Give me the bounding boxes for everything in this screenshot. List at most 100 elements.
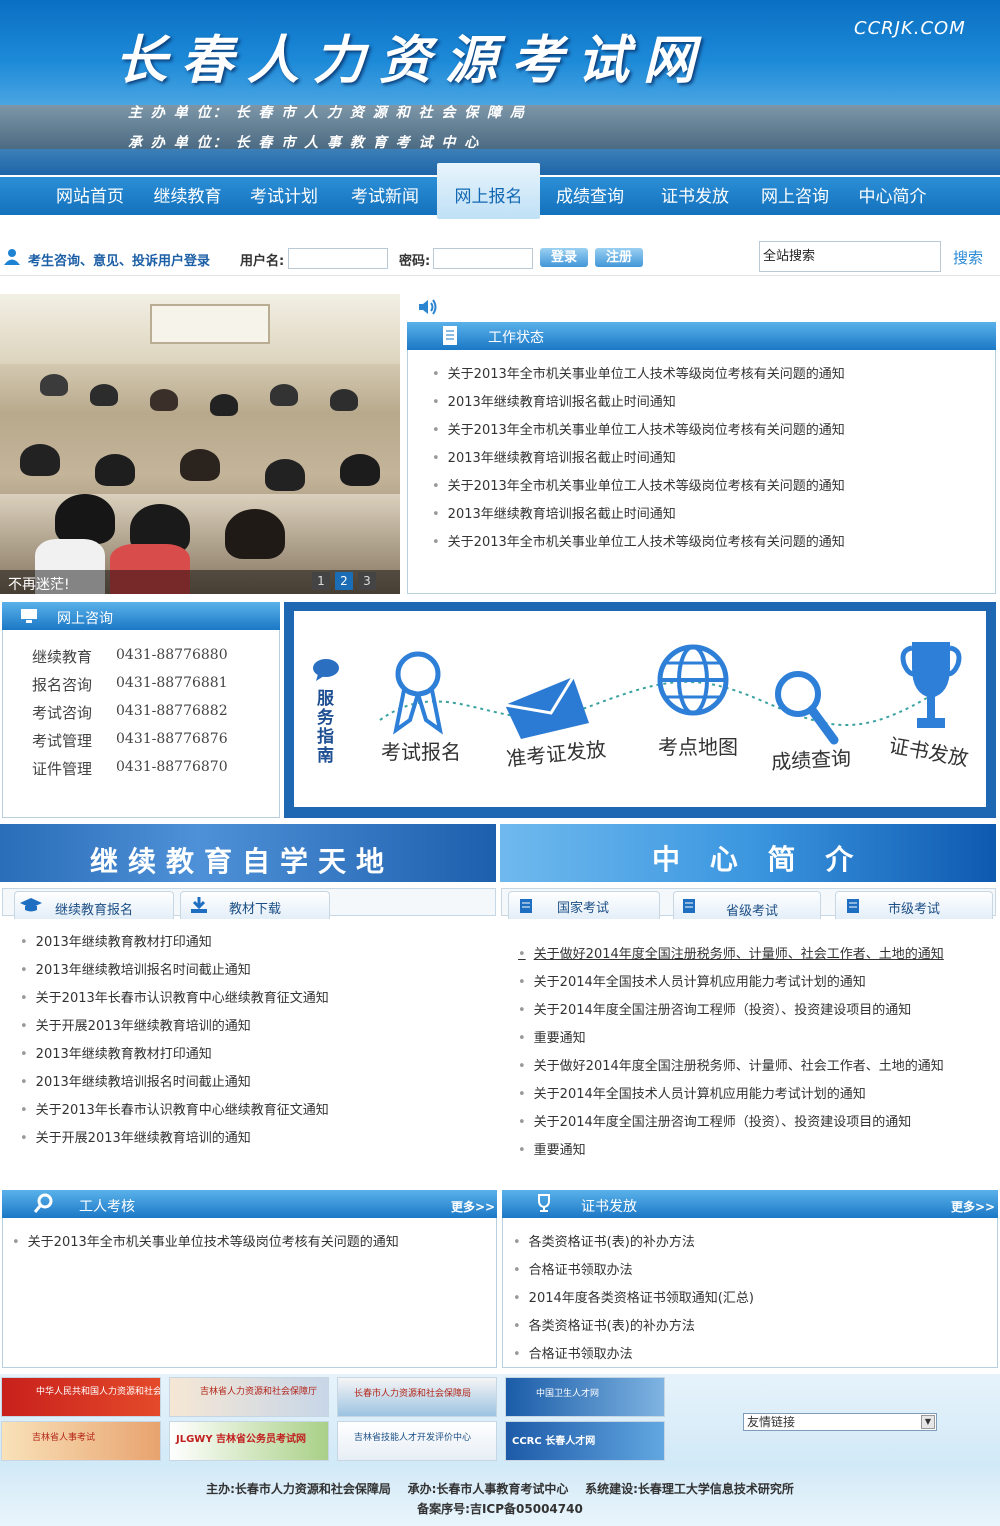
consult-label: 报名咨询 xyxy=(32,676,93,694)
nav-home[interactable]: 网站首页 xyxy=(40,177,140,217)
tab-national-exam[interactable]: 国家考试 xyxy=(508,891,660,919)
nav-exam-plan[interactable]: 考试计划 xyxy=(235,177,333,217)
edu-item[interactable]: 关于2013年长春市认识教育中心继续教育征文通知 xyxy=(20,987,329,1006)
register-button[interactable]: 注册 xyxy=(595,248,643,267)
envelope-icon xyxy=(504,676,589,739)
worker-more-link[interactable]: 更多>> xyxy=(451,1198,495,1215)
ribbon-icon xyxy=(393,651,443,735)
exam-item[interactable]: 重要通知 xyxy=(518,1027,586,1046)
nav-certificate[interactable]: 证书发放 xyxy=(645,177,745,217)
slider-page-1[interactable]: 1 xyxy=(312,572,330,590)
cert-item[interactable]: 各类资格证书(表)的补办方法 xyxy=(513,1315,695,1334)
nav-about[interactable]: 中心简介 xyxy=(845,177,940,217)
link-logo[interactable]: 中国卫生人才网 xyxy=(505,1377,665,1417)
chat-bubble-icon xyxy=(313,659,339,681)
friend-links-selected: 友情链接 xyxy=(747,1415,796,1429)
worker-header xyxy=(2,1190,497,1218)
link-logo-label: 吉林省技能人才开发评价中心 xyxy=(354,1433,472,1443)
trophy-icon xyxy=(900,642,962,728)
service-step[interactable]: 考点地图 xyxy=(658,731,738,760)
link-logo[interactable]: JLGWY 吉林省公务员考试网 xyxy=(169,1421,329,1461)
work-status-title: 工作状态 xyxy=(488,330,544,346)
link-logo[interactable]: 吉林省人事考试 xyxy=(1,1421,161,1461)
exam-item[interactable]: 关于做好2014年度全国注册税务师、计量师、社会工作者、土地的通知 xyxy=(518,943,944,962)
link-logo[interactable]: CCRC 长春人才网 xyxy=(505,1421,665,1461)
exam-item[interactable]: 重要通知 xyxy=(518,1139,586,1158)
search-button[interactable]: 搜索 xyxy=(953,247,983,268)
slider-page-3[interactable]: 3 xyxy=(358,572,376,590)
friend-links-select[interactable]: 友情链接 ▼ xyxy=(743,1413,937,1431)
exam-item[interactable]: 关于做好2014年度全国注册税务师、计量师、社会工作者、土地的通知 xyxy=(518,1055,944,1074)
exam-item[interactable]: 关于2014年度全国注册咨询工程师（投资）、投资建设项目的通知 xyxy=(518,999,912,1018)
edu-item[interactable]: 关于开展2013年继续教育培训的通知 xyxy=(20,1015,251,1034)
computer-icon xyxy=(21,609,37,623)
exam-item[interactable]: 关于2014年全国技术人员计算机应用能力考试计划的通知 xyxy=(518,971,866,990)
photo-slider[interactable] xyxy=(0,294,400,594)
worker-item[interactable]: 关于2013年全市机关事业单位技术等级岗位考核有关问题的通知 xyxy=(12,1231,399,1250)
consult-phone: 0431-88776880 xyxy=(116,647,228,663)
work-status-item[interactable]: 关于2013年全市机关事业单位工人技术等级岗位考核有关问题的通知 xyxy=(432,363,845,382)
consult-label: 考试咨询 xyxy=(32,704,93,722)
user-icon xyxy=(4,249,20,265)
work-status-item[interactable]: 2013年继续教育培训报名截止时间通知 xyxy=(432,391,676,410)
nav-score-query[interactable]: 成绩查询 xyxy=(540,177,640,217)
nav-online-consult[interactable]: 网上咨询 xyxy=(745,177,845,217)
main-nav: 网站首页 继续教育 考试计划 考试新闻 网上报名 成绩查询 证书发放 网上咨询 … xyxy=(0,163,1000,219)
link-logo[interactable]: 中华人民共和国人力资源和社会保障部 xyxy=(1,1377,161,1417)
link-logo-label: CCRC 长春人才网 xyxy=(512,1436,596,1447)
tab-material-download[interactable]: 教材下载 xyxy=(180,891,330,919)
continuing-edu-banner: 继续教育自学天地 xyxy=(0,824,496,882)
nav-exam-news[interactable]: 考试新闻 xyxy=(335,177,435,217)
edu-item[interactable]: 2013年继续教培训报名时间截止通知 xyxy=(20,1071,251,1090)
edu-item[interactable]: 2013年继续教培训报名时间截止通知 xyxy=(20,959,251,978)
footer-credits: 主办:长春市人力资源和社会保障局 承办:长春市人事教育考试中心 系统建设:长春理… xyxy=(206,1482,794,1496)
cert-item[interactable]: 2014年度各类资格证书领取通知(汇总) xyxy=(513,1287,754,1306)
exam-item[interactable]: 关于2014年全国技术人员计算机应用能力考试计划的通知 xyxy=(518,1083,866,1102)
edu-item[interactable]: 2013年继续教育教材打印通知 xyxy=(20,931,212,950)
cert-item[interactable]: 合格证书领取办法 xyxy=(513,1343,633,1362)
password-input[interactable] xyxy=(433,248,533,269)
site-search-input[interactable]: 全站搜索 xyxy=(759,241,941,272)
tab-label: 市级考试 xyxy=(888,902,941,917)
nav-continuing-edu[interactable]: 继续教育 xyxy=(140,177,235,217)
link-logo-label: 中国卫生人才网 xyxy=(536,1389,600,1399)
edu-item[interactable]: 2013年继续教育教材打印通知 xyxy=(20,1043,212,1062)
service-step[interactable]: 考试报名 xyxy=(381,736,461,765)
footer-icp: 备案序号:吉ICP备05004740 xyxy=(417,1502,583,1516)
consult-phone: 0431-88776882 xyxy=(116,703,228,719)
tab-label: 国家考试 xyxy=(557,901,610,916)
login-prompt: 考生咨询、意见、投诉用户登录 xyxy=(28,254,211,269)
tab-provincial-exam[interactable]: 省级考试 xyxy=(673,891,821,919)
trophy-icon xyxy=(538,1194,550,1212)
work-status-item[interactable]: 关于2013年全市机关事业单位工人技术等级岗位考核有关问题的通知 xyxy=(432,531,845,550)
cert-item[interactable]: 各类资格证书(表)的补办方法 xyxy=(513,1231,695,1250)
work-status-item[interactable]: 2013年继续教育培训报名截止时间通知 xyxy=(432,447,676,466)
nav-online-registration[interactable]: 网上报名 xyxy=(437,163,540,219)
edu-item[interactable]: 关于2013年长春市认识教育中心继续教育征文通知 xyxy=(20,1099,329,1118)
link-logo[interactable]: 吉林省技能人才开发评价中心 xyxy=(337,1421,497,1461)
tab-continuing-edu-registration[interactable]: 继续教育报名 xyxy=(14,891,174,919)
document-icon xyxy=(847,899,859,913)
slider-caption: 不再迷茫! xyxy=(8,577,70,593)
username-label: 用户名: xyxy=(240,254,285,269)
link-logo[interactable]: 长春市人力资源和社会保障局 xyxy=(337,1377,497,1417)
consult-label: 考试管理 xyxy=(32,732,93,750)
username-input[interactable] xyxy=(288,248,388,269)
consult-phone: 0431-88776881 xyxy=(116,675,228,691)
graduation-cap-icon xyxy=(20,898,42,912)
worker-title: 工人考核 xyxy=(79,1199,135,1215)
exam-item[interactable]: 关于2014年度全国注册咨询工程师（投资）、投资建设项目的通知 xyxy=(518,1111,912,1130)
cert-more-link[interactable]: 更多>> xyxy=(951,1198,995,1215)
edu-item[interactable]: 关于开展2013年继续教育培训的通知 xyxy=(20,1127,251,1146)
work-status-item[interactable]: 2013年继续教育培训报名截止时间通知 xyxy=(432,503,676,522)
cert-item[interactable]: 合格证书领取办法 xyxy=(513,1259,633,1278)
service-step[interactable]: 成绩查询 xyxy=(770,742,852,775)
cert-title: 证书发放 xyxy=(581,1199,637,1215)
slider-page-2[interactable]: 2 xyxy=(335,572,353,590)
tab-city-exam[interactable]: 市级考试 xyxy=(835,891,993,919)
work-status-item[interactable]: 关于2013年全市机关事业单位工人技术等级岗位考核有关问题的通知 xyxy=(432,419,845,438)
search-icon xyxy=(34,1193,53,1213)
link-logo[interactable]: 吉林省人力资源和社会保障厅 xyxy=(169,1377,329,1417)
work-status-item[interactable]: 关于2013年全市机关事业单位工人技术等级岗位考核有关问题的通知 xyxy=(432,475,845,494)
login-button[interactable]: 登录 xyxy=(540,248,588,267)
